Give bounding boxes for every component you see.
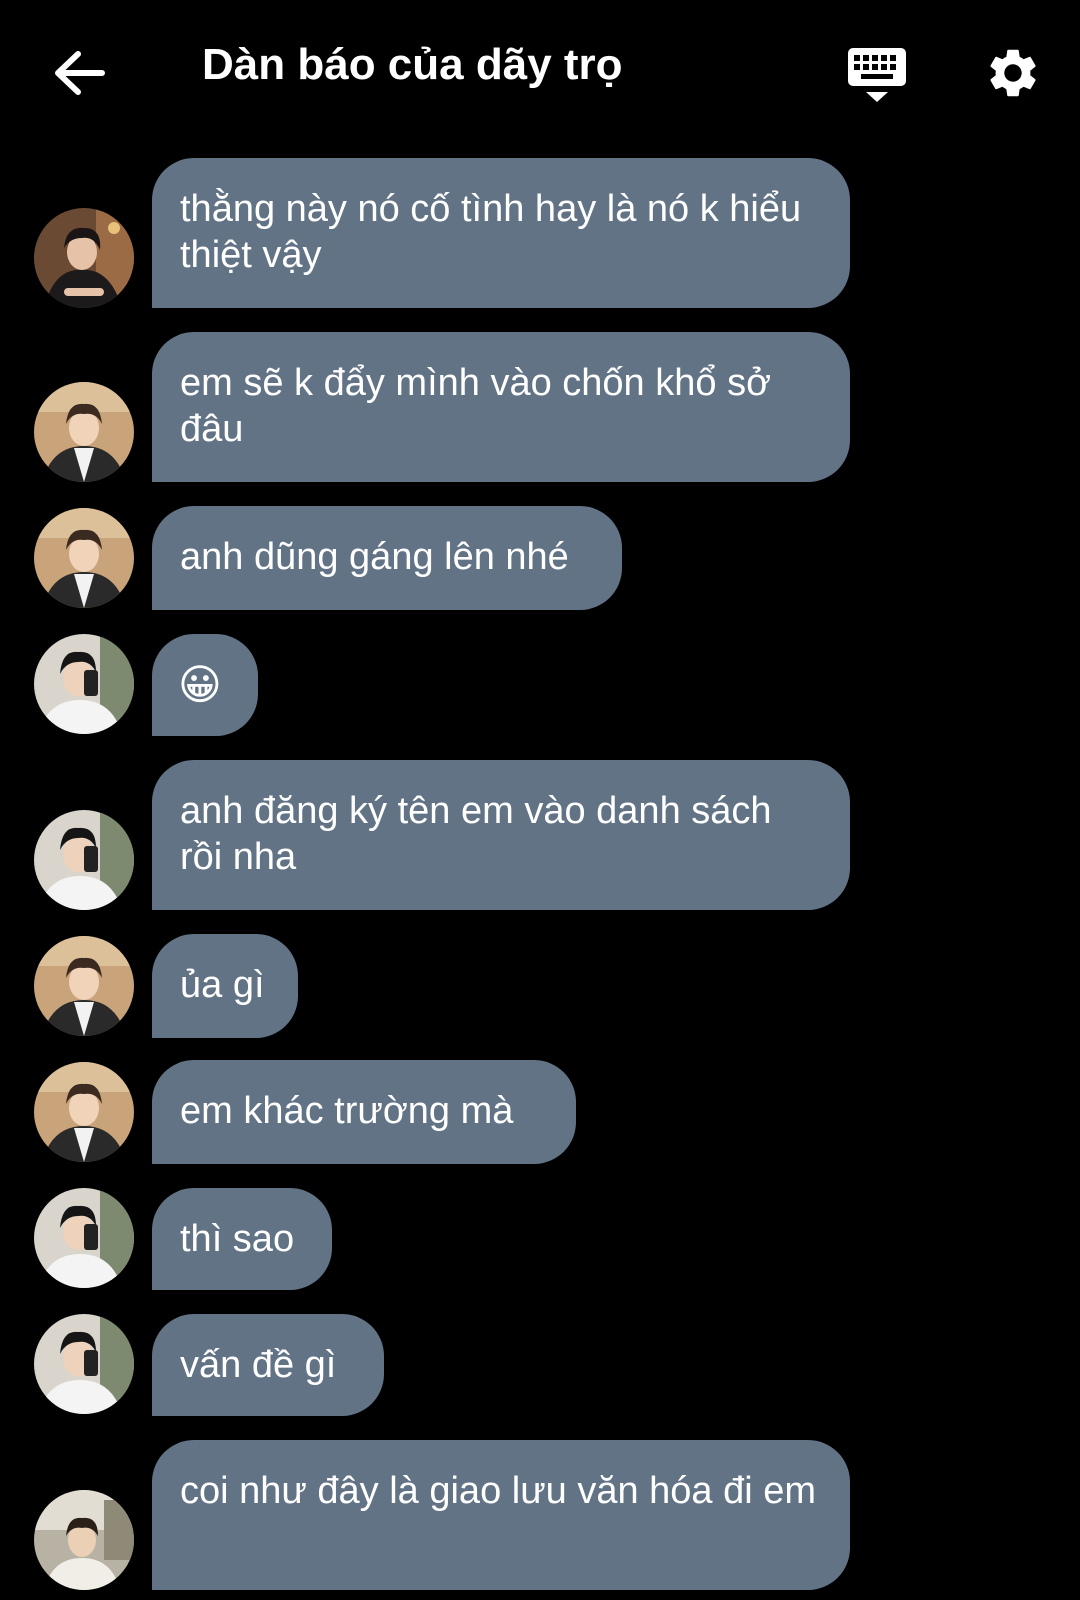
message-bubble[interactable]: anh đăng ký tên em vào danh sách rồi nha	[152, 760, 850, 910]
avatar[interactable]	[34, 936, 134, 1036]
message-bubble[interactable]: 😀	[152, 634, 258, 736]
message-bubble[interactable]: thì sao	[152, 1188, 332, 1290]
message-bubble[interactable]: em khác trường mà	[152, 1060, 576, 1164]
message-list[interactable]: thằng này nó cố tình hay là nó k hiểu th…	[0, 0, 1080, 1600]
avatar[interactable]	[34, 382, 134, 482]
avatar[interactable]	[34, 1314, 134, 1414]
avatar[interactable]	[34, 1062, 134, 1162]
avatar[interactable]	[34, 208, 134, 308]
avatar[interactable]	[34, 810, 134, 910]
message-bubble[interactable]: vấn đề gì	[152, 1314, 384, 1416]
avatar[interactable]	[34, 508, 134, 608]
message-bubble[interactable]: ủa gì	[152, 934, 298, 1038]
message-bubble[interactable]: em sẽ k đẩy mình vào chốn khổ sở đâu	[152, 332, 850, 482]
avatar[interactable]	[34, 634, 134, 734]
message-bubble[interactable]: coi như đây là giao lưu văn hóa đi em	[152, 1440, 850, 1590]
message-bubble[interactable]: thằng này nó cố tình hay là nó k hiểu th…	[152, 158, 850, 308]
avatar[interactable]	[34, 1188, 134, 1288]
avatar[interactable]	[34, 1490, 134, 1590]
message-bubble[interactable]: anh dũng gáng lên nhé	[152, 506, 622, 610]
